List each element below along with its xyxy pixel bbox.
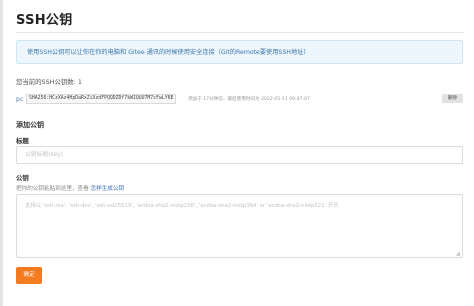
- title-label: 标题: [16, 137, 29, 145]
- delete-key-button[interactable]: 删除: [442, 94, 463, 103]
- confirm-button[interactable]: 确定: [16, 267, 42, 284]
- ssh-key-meta: 添加于 17分钟前，最后使用时间为 2022-05-11 09:47:07: [188, 97, 310, 102]
- public-key-label: 公钥: [16, 174, 29, 182]
- resize-grip-icon[interactable]: ◢: [456, 252, 460, 257]
- how-to-generate-key-link[interactable]: 怎样生成公钥: [91, 186, 125, 192]
- info-banner-text: 使用SSH公钥可以让你在你的电脑和 Gitee 通讯的时候使用安全连接（Git的…: [27, 49, 310, 56]
- ssh-key-name: pc: [16, 95, 24, 103]
- public-key-textarea[interactable]: [16, 194, 463, 258]
- ssh-key-fingerprint: SHA256:HCzXAz4HpDaRxZiXzdFPQQDZDf7kWIQUU…: [26, 94, 177, 104]
- page-title: SSH公钥: [16, 13, 73, 28]
- left-edge-bar: [0, 0, 3, 306]
- ssh-key-row: pc SHA256:HCzXAz4HpDaRxZiXzdFPQQDZDf7kWI…: [16, 94, 463, 105]
- info-banner: 使用SSH公钥可以让你在你的电脑和 Gitee 通讯的时候使用安全连接（Git的…: [16, 40, 463, 64]
- ssh-key-count: 您当前的SSH公钥数: 1: [16, 78, 82, 86]
- public-key-help-text: 把你的公钥粘贴到这里，查看: [16, 186, 91, 192]
- key-title-input[interactable]: [16, 146, 463, 164]
- add-key-heading: 添加公钥: [16, 121, 44, 129]
- public-key-help: 把你的公钥粘贴到这里，查看 怎样生成公钥: [16, 184, 124, 192]
- title-divider: [16, 32, 464, 33]
